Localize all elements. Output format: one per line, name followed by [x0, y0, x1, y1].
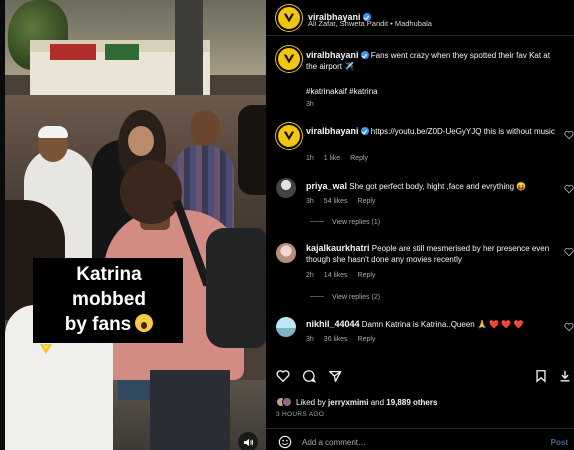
- post-comment-button[interactable]: Post: [551, 438, 568, 447]
- comment-text[interactable]: https://youtu.be/Z0D-UeGyYJQ this is wit…: [371, 127, 555, 136]
- comment-text: Damn Katrina is Katrina..Queen 🙏 ❤️ ❤️ ❤…: [361, 320, 524, 329]
- likes-summary: Liked by jerryxmimi and 19,889 others: [276, 397, 437, 407]
- caption-username[interactable]: viralbhayani: [306, 50, 359, 60]
- likes-prefix: Liked by: [296, 397, 326, 407]
- post-details-panel: viralbhayani Ali Zafar, Shweta Pandit • …: [266, 0, 574, 450]
- liker-avatar: [282, 397, 292, 407]
- comment-avatar[interactable]: [276, 178, 296, 198]
- like-comment-heart-icon[interactable]: [564, 130, 574, 140]
- caption-avatar[interactable]: [276, 46, 302, 72]
- comment-username[interactable]: viralbhayani: [306, 126, 359, 136]
- viral-logo-icon: [283, 131, 295, 141]
- comment-time: 3h: [306, 198, 314, 205]
- comment-username[interactable]: priya_wal: [306, 181, 347, 191]
- post-action-bar: [266, 366, 574, 388]
- post-video[interactable]: Katrina mobbed by fans: [0, 0, 266, 450]
- reply-button[interactable]: Reply: [358, 336, 376, 343]
- caption-time: 3h: [306, 101, 314, 108]
- like-heart-icon[interactable]: [276, 369, 290, 383]
- comment-text-block: kajalkaurkhatri People are still mesmeri…: [306, 243, 561, 265]
- author-avatar[interactable]: [276, 5, 302, 31]
- comment-text: She got perfect body, hight ,face and ev…: [349, 182, 527, 191]
- video-frame: [0, 0, 266, 450]
- comment-meta: 3h 36 likes Reply: [306, 336, 385, 343]
- video-caption-line2: by fans: [64, 314, 132, 335]
- comment-meta: 2h 14 likes Reply: [306, 272, 385, 279]
- video-caption-overlay: Katrina mobbed by fans: [33, 258, 183, 343]
- comment-meta: 3h 54 likes Reply: [306, 198, 385, 205]
- comment-meta: 1h 1 like Reply: [306, 155, 378, 162]
- caption-text-block: viralbhayani Fans went crazy when they s…: [306, 50, 561, 72]
- verified-badge-icon: [360, 51, 369, 59]
- reply-button[interactable]: Reply: [358, 198, 376, 205]
- viral-watermark-icon: [40, 344, 52, 354]
- comment-username[interactable]: kajalkaurkhatri: [306, 243, 370, 253]
- viral-logo-icon: [283, 13, 295, 23]
- post-header: viralbhayani Ali Zafar, Shweta Pandit • …: [266, 0, 574, 36]
- like-comment-heart-icon[interactable]: [564, 247, 574, 257]
- comment-avatar[interactable]: [276, 243, 296, 263]
- sound-toggle-button[interactable]: [238, 432, 258, 450]
- comment-avatar[interactable]: [276, 123, 302, 149]
- verified-badge-icon: [360, 127, 369, 135]
- comment-bubble-icon[interactable]: [302, 369, 316, 383]
- comment-avatar[interactable]: [276, 317, 296, 337]
- download-icon[interactable]: [558, 369, 572, 383]
- speaker-icon: [243, 438, 253, 446]
- audio-attribution[interactable]: Ali Zafar, Shweta Pandit • Madhubala: [308, 19, 432, 28]
- likes-user[interactable]: jerryxmimi: [328, 398, 368, 407]
- emoji-smiley-icon[interactable]: [278, 435, 292, 449]
- like-comment-heart-icon[interactable]: [564, 322, 574, 332]
- comment-text-block: viralbhayani https://youtu.be/Z0D-UeGyYJ…: [306, 126, 561, 137]
- comment-text-block: nikhil_44044 Damn Katrina is Katrina..Qu…: [306, 319, 561, 330]
- comment-likes[interactable]: 54 likes: [324, 198, 348, 205]
- comment-time: 3h: [306, 336, 314, 343]
- viral-logo-icon: [283, 54, 295, 64]
- caption-hashtags[interactable]: #katrinakaif #katrina: [306, 86, 561, 97]
- likes-count[interactable]: 19,889 others: [386, 398, 437, 407]
- view-replies-button[interactable]: View replies (1): [310, 219, 380, 226]
- post-timestamp: 3 HOURS AGO: [276, 411, 325, 418]
- view-replies-button[interactable]: View replies (2): [310, 294, 380, 301]
- like-comment-heart-icon[interactable]: [564, 184, 574, 194]
- share-send-icon[interactable]: [328, 369, 342, 383]
- reply-button[interactable]: Reply: [358, 272, 376, 279]
- comment-input[interactable]: Add a comment…: [302, 438, 366, 447]
- comment-likes[interactable]: 1 like: [324, 155, 340, 162]
- likes-middle: and: [368, 397, 387, 407]
- reply-button[interactable]: Reply: [350, 155, 368, 162]
- video-caption-line1: Katrina mobbed: [72, 264, 146, 310]
- add-comment-bar: Add a comment… Post: [266, 428, 574, 450]
- comment-time: 2h: [306, 272, 314, 279]
- scream-emoji-icon: [135, 314, 154, 332]
- comment-likes[interactable]: 14 likes: [324, 272, 348, 279]
- comment-likes[interactable]: 36 likes: [324, 336, 348, 343]
- comment-text-block: priya_wal She got perfect body, hight ,f…: [306, 181, 561, 192]
- comment-username[interactable]: nikhil_44044: [306, 319, 360, 329]
- comment-time: 1h: [306, 155, 314, 162]
- save-bookmark-icon[interactable]: [534, 369, 548, 383]
